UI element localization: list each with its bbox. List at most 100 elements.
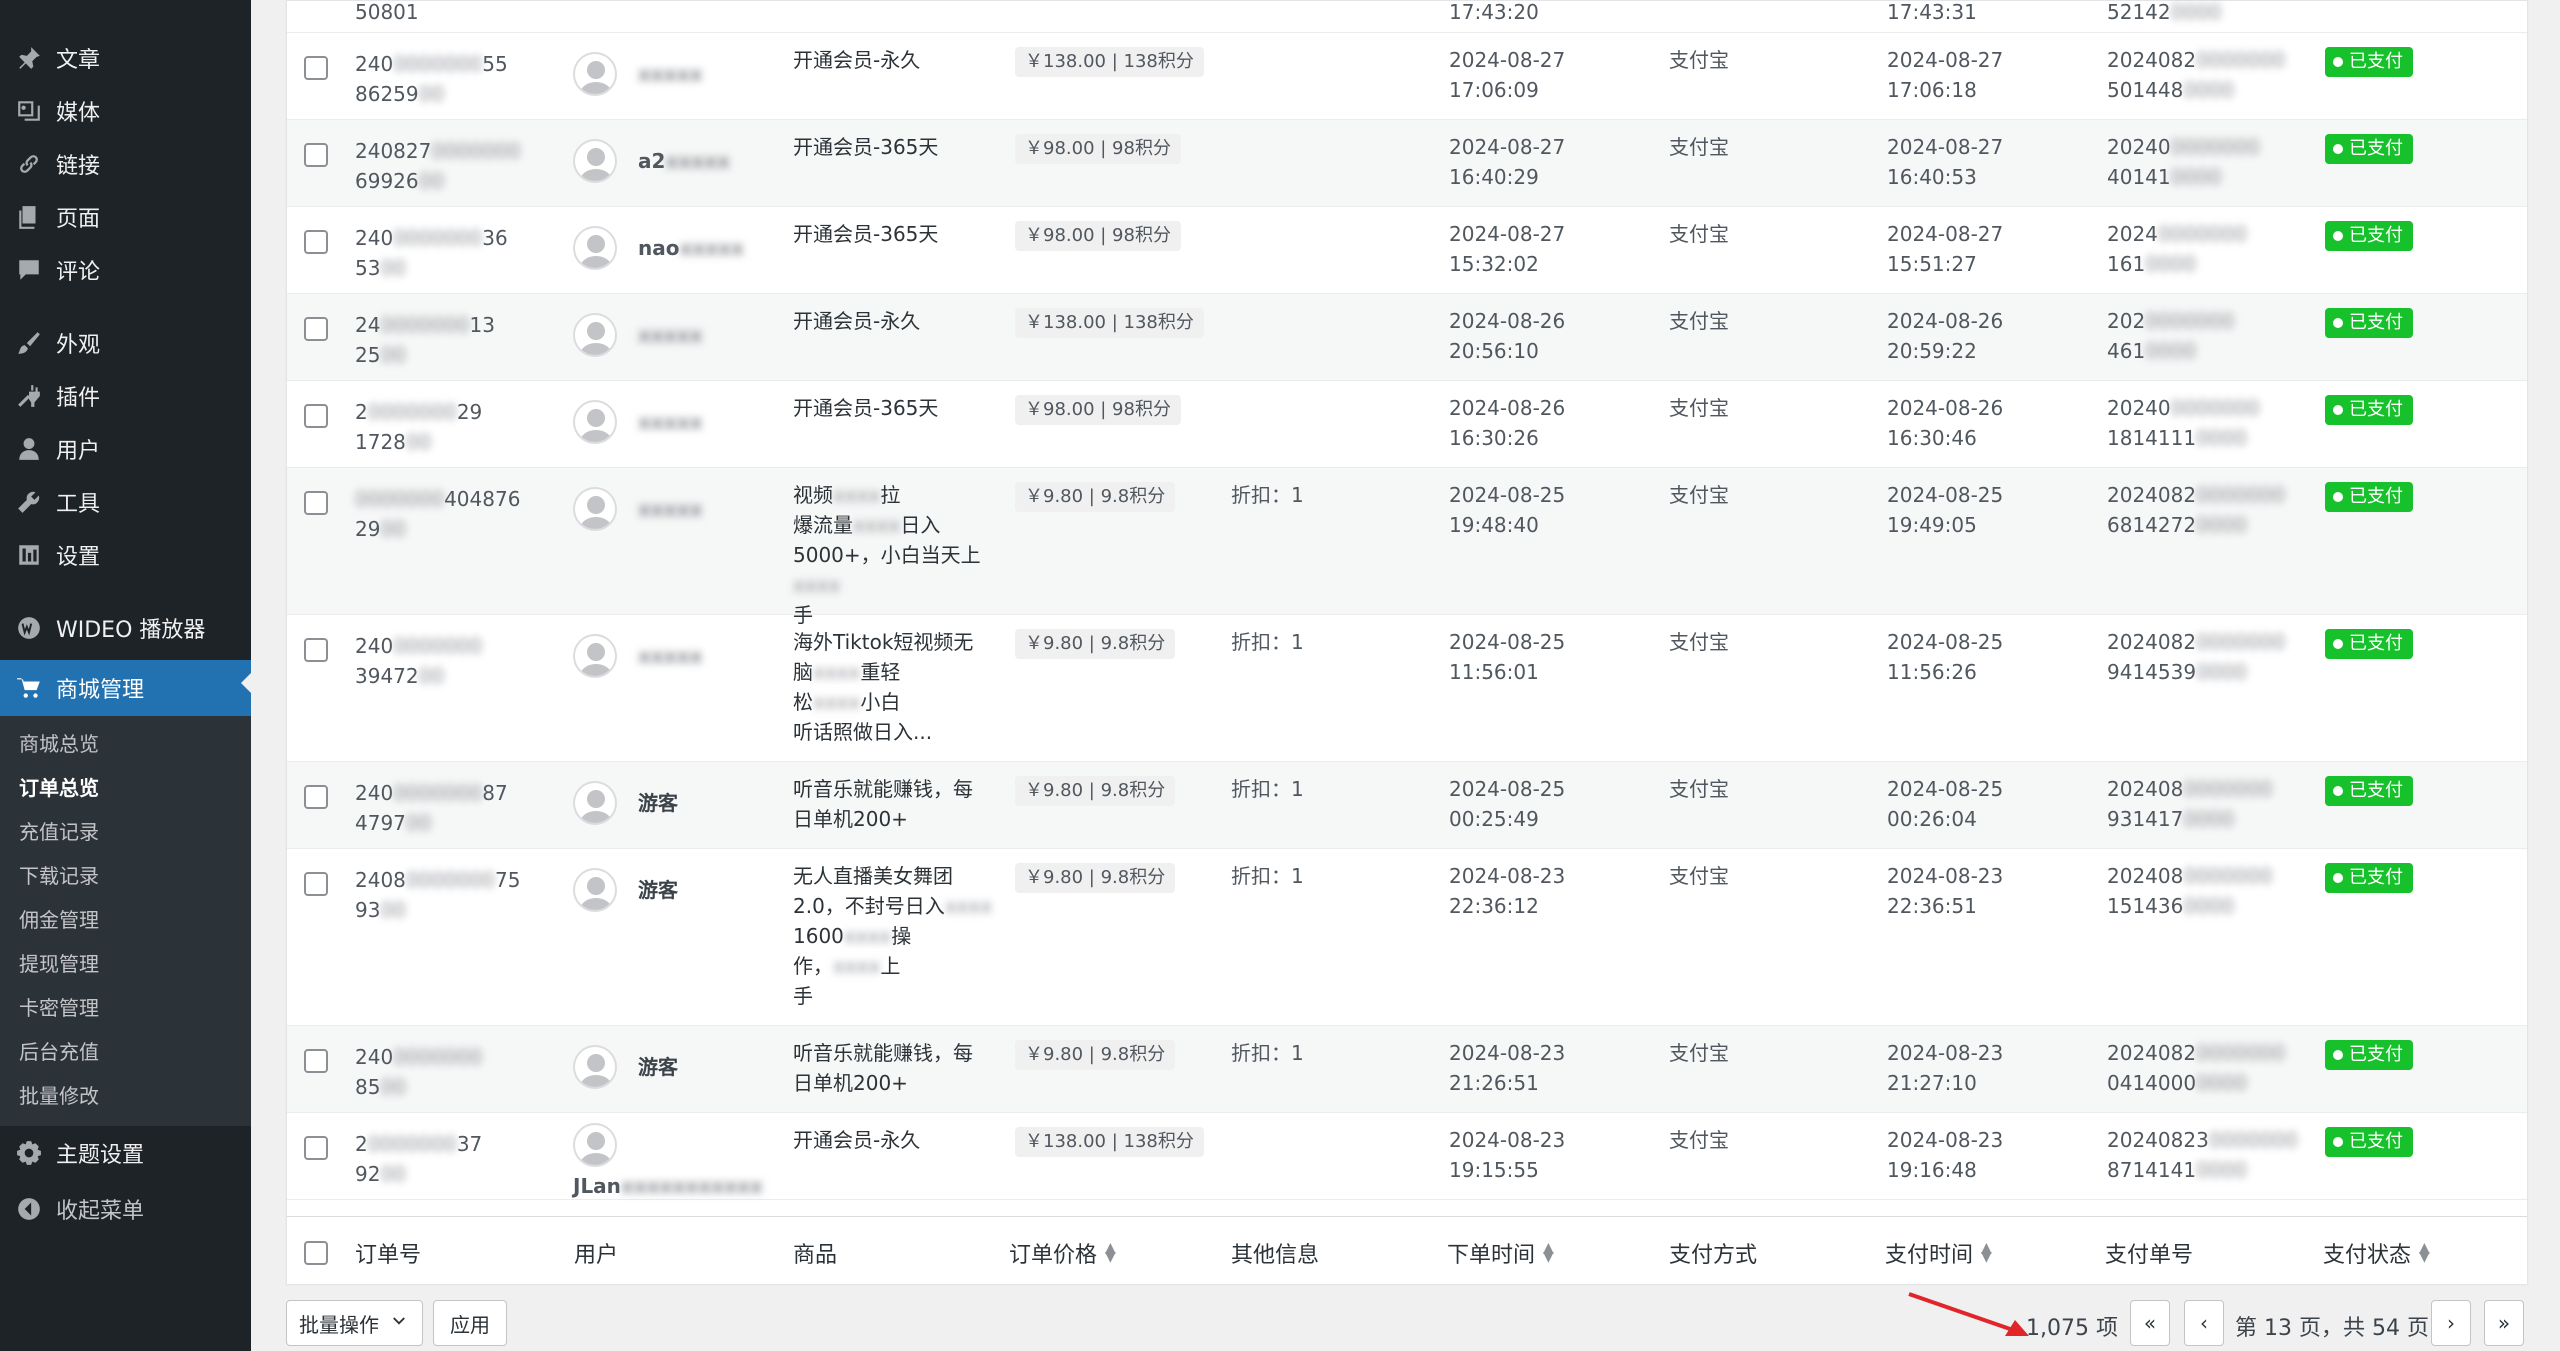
- submenu-item-download-records[interactable]: 下载记录: [19, 860, 99, 889]
- pay-time: 2024-08-23 21:27:10: [1887, 1041, 2004, 1095]
- order-no[interactable]: 2408000000075 9300: [355, 865, 520, 925]
- select-all-checkbox[interactable]: [304, 1241, 328, 1265]
- submenu-item-commission[interactable]: 佣金管理: [19, 904, 99, 933]
- order-time: 2024-08-27 15:32:02: [1449, 222, 1566, 276]
- col-pay-status[interactable]: 支付状态 ▲ ▼: [2323, 1237, 2430, 1269]
- price-tag: ￥9.80 | 9.8积分: [1015, 1040, 1176, 1070]
- last-page-button[interactable]: »: [2484, 1300, 2524, 1346]
- sort-icon[interactable]: ▲ ▼: [1543, 1241, 1554, 1264]
- user-name[interactable]: xxxxx: [638, 320, 703, 350]
- col-label: 支付状态: [2323, 1243, 2412, 1268]
- order-no[interactable]: 240000000087 479700: [355, 778, 508, 838]
- row-checkbox[interactable]: [304, 491, 328, 515]
- pay-no: 202400000000 401410000: [2107, 135, 2260, 189]
- table-row[interactable]: 240000000087 479700 游客 听音乐就能赚钱，每 日单机200+ ￥9.8…: [287, 762, 2527, 849]
- menu-item-pages[interactable]: 页面: [0, 194, 251, 240]
- row-checkbox[interactable]: [304, 872, 328, 896]
- menu-item-links[interactable]: 链接: [0, 141, 251, 187]
- sort-icon[interactable]: ▲ ▼: [1105, 1241, 1116, 1264]
- gear-icon: [14, 1138, 44, 1168]
- col-order-price[interactable]: 订单价格 ▲ ▼: [1009, 1237, 1116, 1269]
- col-order-time[interactable]: 下单时间 ▲ ▼: [1447, 1237, 1554, 1269]
- status-dot-icon: [2333, 144, 2343, 154]
- order-no[interactable]: 240000000055 8625900: [355, 49, 508, 109]
- col-order-no[interactable]: 订单号: [355, 1237, 421, 1269]
- sort-icon[interactable]: ▲ ▼: [1981, 1241, 1992, 1264]
- order-no[interactable]: 240000000036 5300: [355, 223, 508, 283]
- user-name[interactable]: xxxxx: [638, 494, 703, 524]
- apply-button[interactable]: 应用: [433, 1300, 507, 1346]
- submenu-item-bulk-edit[interactable]: 批量修改: [19, 1080, 99, 1109]
- menu-label: 文章: [56, 48, 101, 73]
- col-label: 支付时间: [1885, 1243, 1974, 1268]
- menu-item-comments[interactable]: 评论: [0, 247, 251, 293]
- prev-page-button[interactable]: ‹: [2184, 1300, 2224, 1346]
- row-checkbox[interactable]: [304, 56, 328, 80]
- table-row[interactable]: 2408000000075 9300 游客 无人直播美女舞团 2.0，不封号日入xxxx…: [287, 849, 2527, 1026]
- menu-label: 工具: [56, 492, 101, 517]
- row-checkbox[interactable]: [304, 143, 328, 167]
- user-name[interactable]: xxxxx: [638, 407, 703, 437]
- user-name[interactable]: xxxxx: [638, 641, 703, 671]
- menu-item-settings[interactable]: 设置: [0, 532, 251, 578]
- menu-item-shop-management[interactable]: 商城管理: [0, 660, 251, 716]
- row-checkbox[interactable]: [304, 785, 328, 809]
- menu-label: 商城管理: [56, 678, 145, 703]
- row-checkbox[interactable]: [304, 638, 328, 662]
- user-name[interactable]: a2xxxxx: [638, 146, 730, 176]
- submenu-item-backend-recharge[interactable]: 后台充值: [19, 1036, 99, 1065]
- menu-item-media[interactable]: 媒体: [0, 88, 251, 134]
- order-no[interactable]: 2000000037 9200: [355, 1129, 482, 1189]
- table-row[interactable]: 240000000036 5300 naoxxxxx 开通会员-365天 ￥98.00 …: [287, 207, 2527, 294]
- menu-item-posts[interactable]: 文章: [0, 35, 251, 81]
- table-row[interactable]: 2000000029 172800 xxxxx 开通会员-365天 ￥98.00 | 9…: [287, 381, 2527, 468]
- first-page-button[interactable]: «: [2130, 1300, 2170, 1346]
- col-pay-no: 支付单号: [2105, 1243, 2194, 1268]
- order-no[interactable]: 2000000029 172800: [355, 397, 482, 457]
- table-row[interactable]: 24000000013 2500 xxxxx 开通会员-永久 ￥138.00 | 138…: [287, 294, 2527, 381]
- order-no[interactable]: 24000000013 2500: [355, 310, 495, 370]
- table-row[interactable]: 2400000000 8500 游客 听音乐就能赚钱，每 日单机200+ ￥9.80 | …: [287, 1026, 2527, 1113]
- row-checkbox[interactable]: [304, 404, 328, 428]
- pay-no: 202408230000000 87141410000: [2107, 1128, 2298, 1182]
- avatar: [573, 868, 617, 912]
- user-name[interactable]: xxxxx: [638, 59, 703, 89]
- table-row[interactable]: 0000000404876 2900 xxxxx 视频xxxx拉 爆流量xxxx日入 50…: [287, 468, 2527, 627]
- col-other-info: 其他信息: [1231, 1243, 1320, 1268]
- bulk-action-select[interactable]: 批量操作: [286, 1300, 423, 1346]
- order-no[interactable]: 2400000000 8500: [355, 1042, 482, 1102]
- pay-method: 支付宝: [1669, 864, 1729, 888]
- submenu-item-card-keys[interactable]: 卡密管理: [19, 992, 99, 1021]
- user-name[interactable]: naoxxxxx: [638, 233, 744, 263]
- price-tag: ￥98.00 | 98积分: [1015, 395, 1181, 425]
- submenu-item-recharge-records[interactable]: 充值记录: [19, 816, 99, 845]
- table-row[interactable]: 2408270000000 6992600 a2xxxxx 开通会员-365天 ￥98.…: [287, 120, 2527, 207]
- sort-icon[interactable]: ▲ ▼: [2419, 1241, 2430, 1264]
- table-row[interactable]: 240000000055 8625900 xxxxx 开通会员-永久 ￥138.00 |…: [287, 33, 2527, 120]
- menu-item-wideo[interactable]: WIDEO 播放器: [0, 605, 251, 651]
- submenu-item-shop-overview[interactable]: 商城总览: [19, 728, 99, 757]
- user-name[interactable]: JLanxxxxxxxxxxx: [573, 1171, 763, 1201]
- table-row[interactable]: 2400000000 3947200 xxxxx 海外Tiktok短视频无 脑xxxx重…: [287, 615, 2527, 762]
- row-checkbox[interactable]: [304, 230, 328, 254]
- menu-item-plugins[interactable]: 插件: [0, 373, 251, 419]
- row-checkbox[interactable]: [304, 317, 328, 341]
- next-page-button[interactable]: ›: [2431, 1300, 2471, 1346]
- menu-item-theme-settings[interactable]: 主题设置: [0, 1130, 251, 1176]
- submenu-item-withdraw[interactable]: 提现管理: [19, 948, 99, 977]
- submenu-item-order-overview[interactable]: 订单总览: [19, 772, 99, 801]
- table-row[interactable]: 2000000037 9200 JLanxxxxxxxxxxx 开通会员-永久 ￥138…: [287, 1113, 2527, 1200]
- status-badge: 已支付: [2325, 395, 2413, 425]
- menu-item-users[interactable]: 用户: [0, 426, 251, 472]
- order-no[interactable]: 2408270000000 6992600: [355, 136, 520, 196]
- status-dot-icon: [2333, 1137, 2343, 1147]
- menu-item-appearance[interactable]: 外观: [0, 320, 251, 366]
- menu-item-collapse[interactable]: 收起菜单: [0, 1186, 251, 1232]
- menu-item-tools[interactable]: 工具: [0, 479, 251, 525]
- col-pay-time[interactable]: 支付时间 ▲ ▼: [1885, 1237, 1992, 1269]
- order-no[interactable]: 2400000000 3947200: [355, 631, 482, 691]
- row-checkbox[interactable]: [304, 1049, 328, 1073]
- menu-label: 链接: [56, 154, 101, 179]
- order-no[interactable]: 0000000404876 2900: [355, 484, 520, 544]
- row-checkbox[interactable]: [304, 1136, 328, 1160]
